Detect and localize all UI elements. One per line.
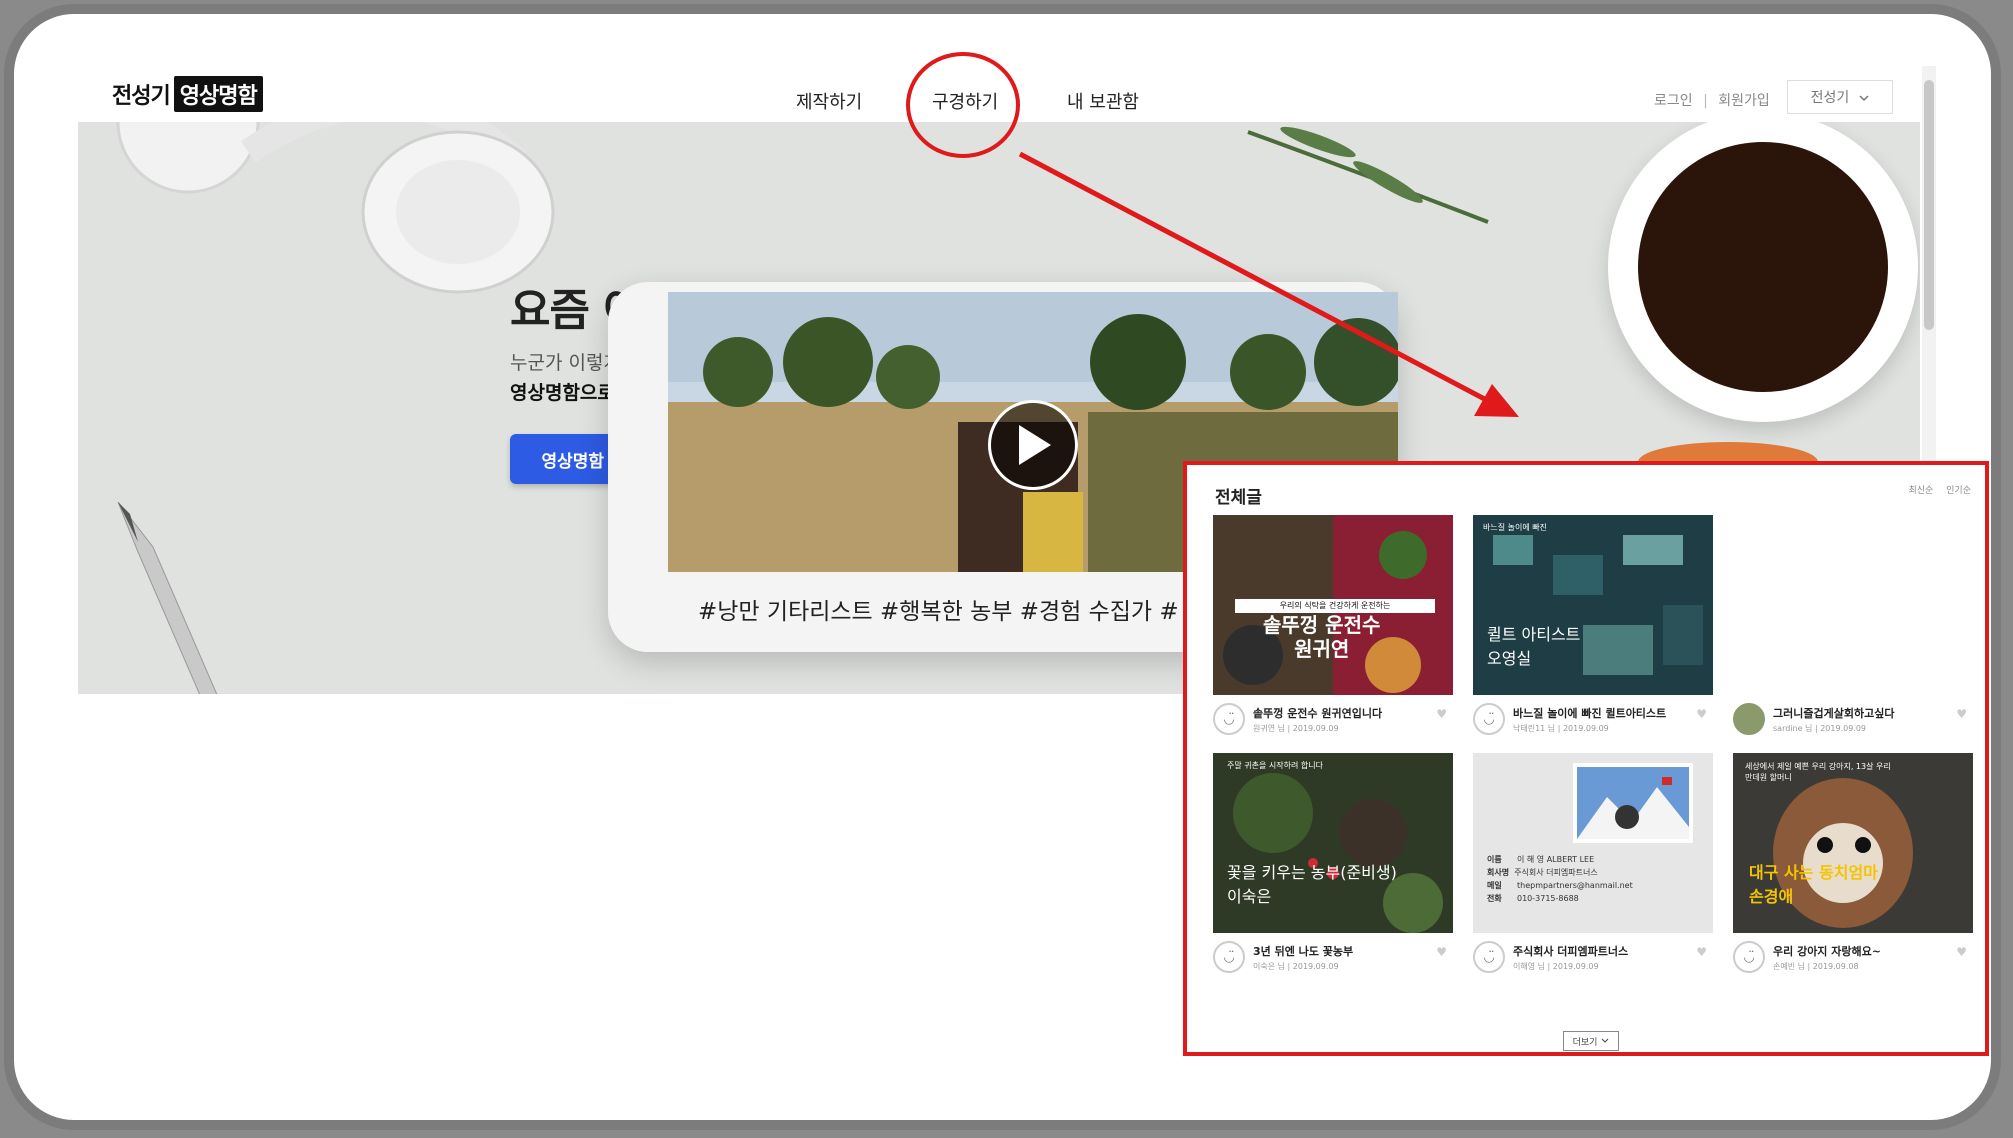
video-card[interactable]: 주말 귀촌을 시작하려 합니다 꽃을 키우는 농부(준비생) 이숙은 ◡̈ 3년… (1213, 753, 1453, 973)
card-thumbnail[interactable]: 바느질 놀이에 빠진 퀼트 아티스트 오영실 (1473, 515, 1713, 695)
card-thumbnail[interactable] (1733, 515, 1973, 695)
card-title[interactable]: 주식회사 더피엠파트너스 (1513, 943, 1628, 959)
card-author: 이숙은 님 (1253, 961, 1285, 971)
heart-icon[interactable]: ♥ (1436, 945, 1447, 959)
card-date: 2019.09.08 (1812, 961, 1859, 971)
card-overlay-top: 우리의 식탁을 건강하게 운전하는 (1235, 599, 1435, 613)
card-title[interactable]: 우리 강아지 자랑해요~ (1773, 943, 1881, 959)
heart-icon[interactable]: ♥ (1696, 945, 1707, 959)
card-thumbnail[interactable]: 우리의 식탁을 건강하게 운전하는 솥뚜껑 운전수 원귀연 (1213, 515, 1453, 695)
sort-latest[interactable]: 최신순 (1908, 486, 1933, 496)
card-date: 2019.09.09 (1292, 723, 1339, 733)
card-thumbnail[interactable]: 이름 이 해 영 ALBERT LEE 회사명 주식회사 더피엠파트너스 메일 … (1473, 753, 1713, 933)
stamp-photo (1573, 763, 1693, 843)
card-meta: ◡̈ 우리 강아지 자랑해요~ 손예빈 님 | 2019.09.08 ♥ (1733, 941, 1973, 973)
namecard-company-label: 회사명 (1487, 868, 1510, 877)
namecard-email: thepmpartners@hanmail.net (1517, 881, 1633, 890)
card-date: 2019.09.09 (1820, 723, 1867, 733)
namecard-info: 이름 이 해 영 ALBERT LEE 회사명 주식회사 더피엠파트너스 메일 … (1487, 853, 1633, 905)
chevron-down-icon (1601, 1036, 1609, 1046)
video-card[interactable]: 그러니즐겁게살회하고싶다 sardine 님 | 2019.09.09 ♥ (1733, 515, 1973, 735)
namecard-name-label: 이름 (1487, 855, 1502, 864)
heart-icon[interactable]: ♥ (1956, 945, 1967, 959)
sort-options: 최신순 인기순 (1908, 483, 1971, 496)
card-overlay-text: 퀼트 아티스트 오영실 (1487, 625, 1581, 668)
card-overlay-text: 솥뚜껑 운전수 원귀연 (1263, 613, 1381, 661)
card-title[interactable]: 그러니즐겁게살회하고싶다 (1773, 705, 1894, 721)
card-overlay-top: 주말 귀촌을 시작하려 합니다 (1227, 761, 1323, 770)
smiley-icon: ◡̈ (1473, 703, 1505, 735)
namecard-name: 이 해 영 ALBERT LEE (1517, 855, 1595, 864)
card-title[interactable]: 3년 뒤엔 나도 꽃농부 (1253, 943, 1353, 959)
card-author: sardine 님 (1773, 723, 1813, 733)
video-card[interactable]: 우리의 식탁을 건강하게 운전하는 솥뚜껑 운전수 원귀연 ◡̈ 솥뚜껑 운전수… (1213, 515, 1453, 735)
card-title[interactable]: 바느질 놀이에 빠진 퀼트아티스트 (1513, 705, 1666, 721)
video-card[interactable]: 바느질 놀이에 빠진 퀼트 아티스트 오영실 ◡̈ 바느질 놀이에 빠진 퀼트아… (1473, 515, 1713, 735)
heart-icon[interactable]: ♥ (1436, 707, 1447, 721)
heart-icon[interactable]: ♥ (1696, 707, 1707, 721)
namecard-phone: 010-3715-8688 (1517, 894, 1579, 903)
smiley-icon: ◡̈ (1733, 941, 1765, 973)
browse-panel: 전체글 최신순 인기순 우리의 식탁을 건강하게 운전하는 솥뚜껑 운전수 원귀… (1183, 461, 1989, 1056)
heart-icon[interactable]: ♥ (1956, 707, 1967, 721)
namecard-company: 주식회사 더피엠파트너스 (1514, 868, 1598, 877)
card-date: 2019.09.09 (1562, 723, 1609, 733)
namecard-email-label: 메일 (1487, 881, 1502, 890)
smiley-icon: ◡̈ (1213, 703, 1245, 735)
card-meta: ◡̈ 바느질 놀이에 빠진 퀼트아티스트 낙태린11 님 | 2019.09.0… (1473, 703, 1713, 735)
smiley-icon: ◡̈ (1473, 941, 1505, 973)
card-author: 원귀연 님 (1253, 723, 1285, 733)
card-thumbnail[interactable]: 주말 귀촌을 시작하려 합니다 꽃을 키우는 농부(준비생) 이숙은 (1213, 753, 1453, 933)
card-thumbnail[interactable]: 세상에서 제일 예쁜 우리 강아지, 13살 우리 만데원 할머니 대구 사는 … (1733, 753, 1973, 933)
video-card[interactable]: 이름 이 해 영 ALBERT LEE 회사명 주식회사 더피엠파트너스 메일 … (1473, 753, 1713, 973)
card-author: 낙태린11 님 (1513, 723, 1556, 733)
card-date: 2019.09.09 (1292, 961, 1339, 971)
namecard-phone-label: 전화 (1487, 894, 1502, 903)
card-meta: ◡̈ 주식회사 더피엠파트너스 이해영 님 | 2019.09.09 ♥ (1473, 941, 1713, 973)
card-overlay-text: 대구 사는 동치엄마 손경애 (1749, 863, 1878, 906)
card-title[interactable]: 솥뚜껑 운전수 원귀연입니다 (1253, 705, 1382, 721)
screenshot-frame: 전성기 영상명함 제작하기 구경하기 내 보관함 로그인 | 회원가입 전성기 (4, 4, 2001, 1130)
card-overlay-top: 세상에서 제일 예쁜 우리 강아지, 13살 우리 만데원 할머니 (1745, 762, 1891, 782)
sort-popular[interactable]: 인기순 (1946, 486, 1971, 496)
load-more-label: 더보기 (1572, 1037, 1598, 1048)
card-overlay-text: 꽃을 키우는 농부(준비생) 이숙은 (1227, 863, 1397, 906)
video-card[interactable]: 세상에서 제일 예쁜 우리 강아지, 13살 우리 만데원 할머니 대구 사는 … (1733, 753, 1973, 973)
card-author: 손예빈 님 (1773, 961, 1805, 971)
smiley-icon: ◡̈ (1213, 941, 1245, 973)
card-meta: ◡̈ 3년 뒤엔 나도 꽃농부 이숙은 님 | 2019.09.09 ♥ (1213, 941, 1453, 973)
card-date: 2019.09.09 (1552, 961, 1599, 971)
panel-title: 전체글 (1215, 488, 1262, 508)
avatar (1733, 703, 1765, 735)
card-overlay-top: 바느질 놀이에 빠진 (1483, 523, 1547, 532)
load-more-button[interactable]: 더보기 (1563, 1031, 1619, 1051)
card-author: 이해영 님 (1513, 961, 1545, 971)
card-meta: ◡̈ 솥뚜껑 운전수 원귀연입니다 원귀연 님 | 2019.09.09 ♥ (1213, 703, 1453, 735)
card-meta: 그러니즐겁게살회하고싶다 sardine 님 | 2019.09.09 ♥ (1733, 703, 1973, 735)
